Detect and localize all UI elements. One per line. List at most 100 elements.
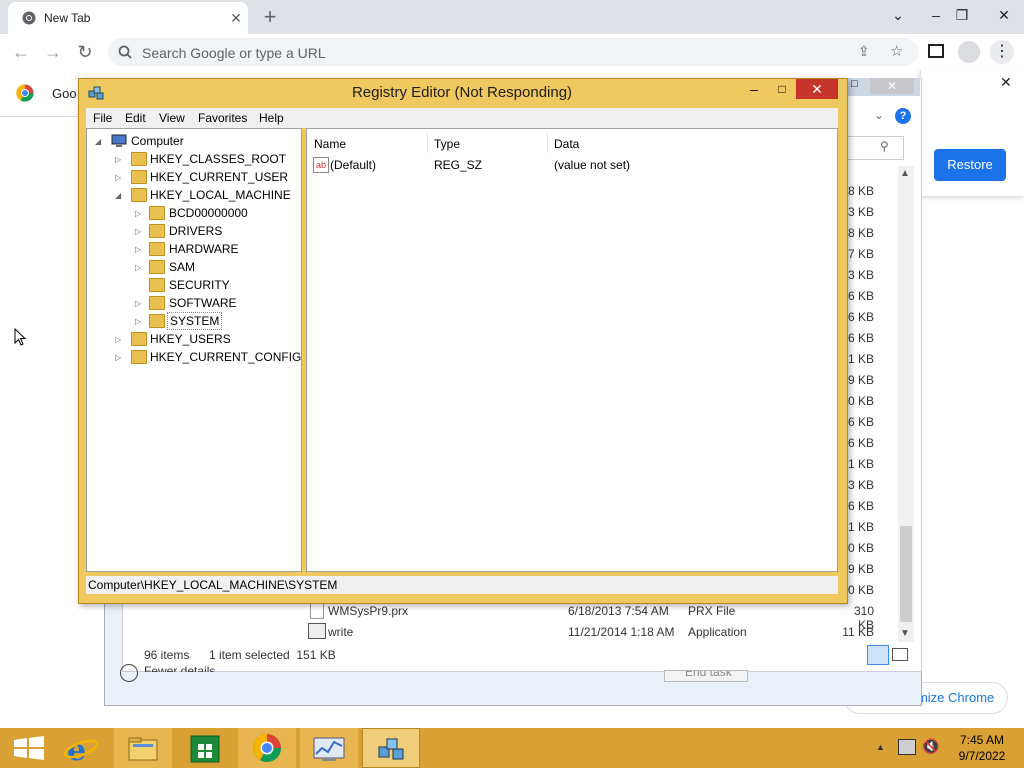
help-icon[interactable]: ? xyxy=(895,108,911,124)
expand-arrow-icon[interactable]: ▷ xyxy=(135,227,141,236)
computer-icon xyxy=(111,134,127,148)
search-box[interactable] xyxy=(846,136,904,160)
status-selection: 1 item selected 151 KB xyxy=(209,648,336,662)
tree-node-computer[interactable]: Computer xyxy=(131,134,184,148)
new-tab-button[interactable]: + xyxy=(258,6,282,30)
google-apps-icon[interactable] xyxy=(16,84,34,102)
tree-node-software[interactable]: SOFTWARE xyxy=(169,296,237,310)
tree-node-bcd[interactable]: BCD00000000 xyxy=(169,206,248,220)
share-icon[interactable]: ⇪ xyxy=(858,43,870,60)
folder-icon xyxy=(149,260,165,274)
forward-button[interactable]: → xyxy=(42,42,64,64)
tree-node-hkcc[interactable]: HKEY_CURRENT_CONFIG xyxy=(150,350,301,364)
column-header-name[interactable]: Name xyxy=(314,137,346,151)
tree-node-hkcu[interactable]: HKEY_CURRENT_USER xyxy=(150,170,288,184)
profile-avatar[interactable] xyxy=(958,41,980,63)
svg-text:e: e xyxy=(67,733,86,768)
show-hidden-icons-icon[interactable]: ▲ xyxy=(876,742,885,752)
fewer-details-icon[interactable] xyxy=(120,664,138,682)
ribbon-expand-icon[interactable]: ⌄ xyxy=(874,108,884,122)
large-icons-view-icon[interactable] xyxy=(892,648,908,661)
side-panel-icon[interactable] xyxy=(928,44,944,58)
collapse-arrow-icon[interactable]: ◢ xyxy=(115,191,121,200)
tab-new-tab[interactable]: New Tab ✕ xyxy=(8,2,248,34)
column-header-type[interactable]: Type xyxy=(434,137,460,151)
regedit-maximize-button[interactable]: □ xyxy=(770,80,794,98)
bg-close-button[interactable]: ✕ xyxy=(870,78,914,94)
scroll-down-icon[interactable]: ▼ xyxy=(900,628,910,639)
regedit-close-button[interactable]: ✕ xyxy=(796,79,838,99)
omnibox[interactable]: Search Google or type a URL ⇪ ☆ xyxy=(108,38,918,66)
file-name[interactable]: write xyxy=(328,625,353,639)
tree-node-drivers[interactable]: DRIVERS xyxy=(169,224,222,238)
scroll-up-icon[interactable]: ▲ xyxy=(900,168,910,179)
search-icon xyxy=(118,45,132,59)
reload-button[interactable]: ↻ xyxy=(74,42,96,64)
value-name[interactable]: (Default) xyxy=(330,158,376,172)
back-button[interactable]: ← xyxy=(10,42,32,64)
status-path: Computer\HKEY_LOCAL_MACHINE\SYSTEM xyxy=(88,578,338,592)
file-name[interactable]: WMSysPr9.prx xyxy=(328,604,408,618)
scrollbar-thumb[interactable] xyxy=(900,526,912,622)
maximize-button[interactable]: ❐ xyxy=(948,2,976,28)
expand-arrow-icon[interactable]: ▷ xyxy=(135,209,141,218)
tree-node-system-selected[interactable]: SYSTEM xyxy=(167,312,223,330)
tree-node-hkcr[interactable]: HKEY_CLASSES_ROOT xyxy=(150,152,286,166)
registry-values-pane[interactable]: Name Type Data ab (Default) REG_SZ (valu… xyxy=(306,128,838,572)
end-task-button[interactable]: End task xyxy=(664,670,748,682)
restore-button[interactable]: Restore xyxy=(934,149,1006,181)
column-header-data[interactable]: Data xyxy=(554,137,579,151)
expand-arrow-icon[interactable]: ▷ xyxy=(115,335,121,344)
folder-icon xyxy=(131,188,147,202)
bookmark-google[interactable]: Goo xyxy=(52,86,77,101)
folder-icon xyxy=(149,296,165,310)
expand-arrow-icon[interactable]: ▷ xyxy=(115,353,121,362)
regedit-taskbar-icon[interactable] xyxy=(362,728,420,768)
volume-muted-icon[interactable]: 🔇 xyxy=(922,738,939,755)
bookmark-star-icon[interactable]: ☆ xyxy=(890,42,903,60)
minimize-button[interactable]: – xyxy=(922,2,950,28)
tab-search-icon[interactable]: ⌄ xyxy=(884,2,912,28)
expand-arrow-icon[interactable]: ▷ xyxy=(135,263,141,272)
column-divider[interactable] xyxy=(547,133,548,153)
regedit-minimize-button[interactable]: – xyxy=(742,80,766,98)
collapse-arrow-icon[interactable]: ◢ xyxy=(95,137,101,146)
chrome-taskbar-icon[interactable] xyxy=(238,728,296,768)
close-tab-icon[interactable]: ✕ xyxy=(228,10,244,26)
tree-node-sam[interactable]: SAM xyxy=(169,260,195,274)
expand-arrow-icon[interactable]: ▷ xyxy=(135,299,141,308)
close-panel-icon[interactable]: ✕ xyxy=(1000,74,1012,91)
expand-arrow-icon[interactable]: ▷ xyxy=(115,155,121,164)
expand-arrow-icon[interactable]: ▷ xyxy=(115,173,121,182)
menu-help[interactable]: Help xyxy=(259,111,284,125)
details-view-icon[interactable] xyxy=(867,645,889,665)
clock-time: 7:45 AM xyxy=(959,733,1005,747)
performance-monitor-icon[interactable] xyxy=(300,728,358,768)
menu-file[interactable]: File xyxy=(93,111,112,125)
menu-edit[interactable]: Edit xyxy=(125,111,146,125)
column-divider[interactable] xyxy=(427,133,428,153)
close-window-button[interactable]: ✕ xyxy=(990,2,1018,28)
search-icon: ⚲ xyxy=(880,139,889,153)
folder-icon xyxy=(149,314,165,328)
tree-node-hku[interactable]: HKEY_USERS xyxy=(150,332,231,346)
network-icon[interactable] xyxy=(898,739,916,755)
system-clock[interactable]: 7:45 AM 9/7/2022 xyxy=(952,732,1012,764)
registry-tree-pane[interactable]: ◢ Computer ▷ HKEY_CLASSES_ROOT ▷ HKEY_CU… xyxy=(86,128,302,572)
file-explorer-icon[interactable] xyxy=(114,728,172,768)
tree-node-hardware[interactable]: HARDWARE xyxy=(169,242,239,256)
menu-view[interactable]: View xyxy=(159,111,185,125)
tree-node-hklm[interactable]: HKEY_LOCAL_MACHINE xyxy=(150,188,291,202)
menu-favorites[interactable]: Favorites xyxy=(198,111,247,125)
internet-explorer-icon[interactable]: e xyxy=(52,728,110,768)
expand-arrow-icon[interactable]: ▷ xyxy=(135,245,141,254)
folder-icon xyxy=(131,170,147,184)
fewer-details-link[interactable]: Fewer details xyxy=(144,664,215,672)
store-icon[interactable] xyxy=(176,728,234,768)
folder-icon xyxy=(131,350,147,364)
status-item-count: 96 items xyxy=(144,648,190,662)
expand-arrow-icon[interactable]: ▷ xyxy=(135,317,141,326)
tree-node-security[interactable]: SECURITY xyxy=(169,278,230,292)
bg-maximize-icon[interactable]: □ xyxy=(851,78,858,90)
chrome-menu-icon[interactable]: ⋮ xyxy=(990,40,1014,64)
